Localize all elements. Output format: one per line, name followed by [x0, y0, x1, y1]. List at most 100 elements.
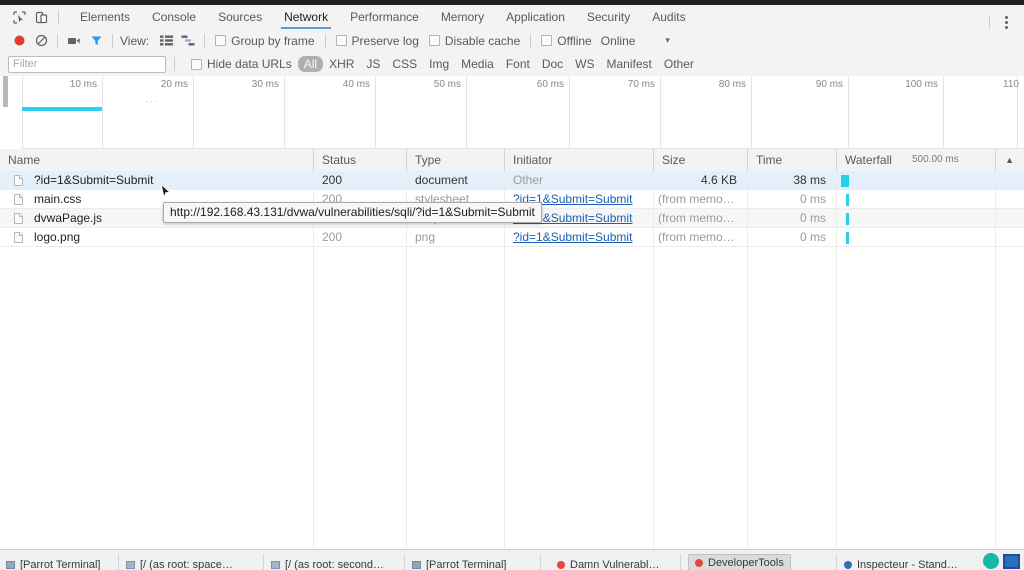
column-header-size[interactable]: Size: [654, 149, 747, 171]
column-header-status[interactable]: Status: [314, 149, 406, 171]
tab-label: Console: [152, 10, 197, 24]
type-filter-js[interactable]: JS: [360, 56, 386, 72]
overview-tick-60ms: 60 ms: [536, 79, 564, 90]
tab-memory[interactable]: Memory: [430, 5, 495, 29]
hide-data-urls-checkbox[interactable]: Hide data URLs: [191, 57, 292, 71]
cell-name: logo.png: [34, 230, 81, 244]
toolbar-divider-1: [57, 33, 58, 48]
disable-cache-checkbox[interactable]: Disable cache: [428, 34, 520, 48]
taskbar-item-label: Damn Vulnerabl…: [570, 559, 660, 570]
tab-console[interactable]: Console: [141, 5, 207, 29]
taskbar-item-terminal-1[interactable]: [Parrot Terminal]: [6, 555, 101, 570]
type-filter-ws[interactable]: WS: [569, 56, 600, 72]
type-filter-media[interactable]: Media: [455, 56, 500, 72]
column-header-type[interactable]: Type: [407, 149, 504, 171]
taskbar-item-label: DeveloperTools: [708, 556, 784, 569]
sort-ascending-icon[interactable]: ▲: [1005, 149, 1014, 171]
record-circle-icon[interactable]: [8, 30, 30, 52]
checkbox-box: [335, 35, 347, 46]
preserve-log-label: Preserve log: [351, 33, 419, 48]
waterfall-bar: [846, 232, 849, 244]
devtools-window: Elements Console Sources Network Perform…: [0, 0, 1024, 570]
image-file-icon: [14, 232, 23, 243]
offline-label: Offline: [557, 33, 592, 48]
device-toolbar-icon[interactable]: [30, 6, 52, 28]
network-overview-timeline[interactable]: 10 ms 20 ms 30 ms 40 ms 50 ms 60 ms 70 m…: [0, 76, 1024, 150]
overview-tick-110ms: 110: [1003, 79, 1019, 90]
tab-label: Sources: [218, 10, 263, 24]
cell-type: png: [415, 230, 436, 244]
cell-size: (from memory …: [658, 211, 747, 225]
tab-label: Application: [506, 10, 565, 24]
cell-status: 200: [322, 173, 343, 187]
column-header-waterfall[interactable]: Waterfall: [837, 149, 917, 171]
type-filter-font[interactable]: Font: [500, 56, 536, 72]
firefox-icon: [557, 561, 565, 569]
cell-size: (from memory …: [658, 230, 747, 244]
taskbar-item-label: Inspecteur - Stand…: [857, 559, 958, 570]
column-header-time[interactable]: Time: [748, 149, 836, 171]
tab-elements[interactable]: Elements: [69, 5, 141, 29]
taskbar-item-files-2[interactable]: [/ (as root: second…: [271, 555, 384, 570]
cell-status: 200: [322, 230, 343, 244]
throttling-value[interactable]: Online: [601, 34, 636, 48]
overview-selection-handle[interactable]: [3, 76, 8, 107]
tray-circle-icon[interactable]: [983, 553, 999, 569]
waterfall-view-icon[interactable]: [177, 30, 199, 52]
tab-network[interactable]: Network: [273, 5, 339, 29]
tab-performance[interactable]: Performance: [339, 5, 430, 29]
resource-type-filters: All XHR JS CSS Img Media Font Doc WS Man…: [297, 56, 700, 72]
toolbar-divider-4: [324, 33, 326, 48]
requests-table-body: ?id=1&Submit=Submit 200 document Other 4…: [0, 171, 1024, 549]
column-header-initiator[interactable]: Initiator: [505, 149, 653, 171]
type-filter-manifest[interactable]: Manifest: [601, 56, 658, 72]
mouse-cursor-icon: [160, 182, 172, 204]
cell-time: 38 ms: [793, 173, 826, 187]
taskbar-item-devtools[interactable]: DeveloperTools: [688, 554, 791, 570]
tab-label: Performance: [350, 10, 419, 24]
list-view-icon[interactable]: [155, 30, 177, 52]
type-filter-other[interactable]: Other: [658, 56, 700, 72]
type-filter-all[interactable]: All: [297, 56, 324, 72]
chevron-down-icon[interactable]: ▾: [665, 35, 670, 46]
preserve-log-checkbox[interactable]: Preserve log: [335, 33, 419, 48]
cell-type: document: [415, 173, 468, 187]
filter-input[interactable]: [8, 55, 166, 73]
tab-audits[interactable]: Audits: [641, 5, 696, 29]
table-row[interactable]: logo.png 200 png ?id=1&Submit=Submit (fr…: [0, 228, 1024, 247]
offline-checkbox[interactable]: Offline: [541, 33, 592, 48]
tab-sources[interactable]: Sources: [207, 5, 273, 29]
waterfall-bar: [846, 213, 849, 225]
type-filter-css[interactable]: CSS: [386, 56, 423, 72]
camera-icon[interactable]: [63, 30, 85, 52]
funnel-filter-icon[interactable]: [85, 30, 107, 52]
group-by-frame-checkbox[interactable]: Group by frame: [215, 34, 315, 48]
folder-icon: [271, 561, 280, 569]
waterfall-scale-label: 500.00 ms: [912, 154, 959, 165]
hide-data-urls-label: Hide data URLs: [207, 57, 292, 71]
type-filter-doc[interactable]: Doc: [536, 56, 569, 72]
tab-security[interactable]: Security: [576, 5, 641, 29]
tab-bar-right-divider: [989, 16, 990, 29]
taskbar-item-label: [Parrot Terminal]: [426, 559, 507, 570]
stylesheet-file-icon: [14, 194, 23, 205]
taskbar-item-dvwa[interactable]: Damn Vulnerabl…: [557, 555, 659, 570]
overview-tick-90ms: 90 ms: [815, 79, 843, 90]
inspect-element-icon[interactable]: [8, 6, 30, 28]
toolbar-divider-5: [530, 33, 532, 48]
type-filter-img[interactable]: Img: [423, 56, 455, 72]
taskbar-item-files-1[interactable]: [/ (as root: space…: [126, 555, 233, 570]
table-row[interactable]: ?id=1&Submit=Submit 200 document Other 4…: [0, 171, 1024, 190]
tab-application[interactable]: Application: [495, 5, 576, 29]
clear-prohibited-icon[interactable]: [30, 30, 52, 52]
overview-tick-70ms: 70 ms: [627, 79, 655, 90]
type-filter-xhr[interactable]: XHR: [323, 56, 360, 72]
cell-initiator[interactable]: ?id=1&Submit=Submit: [505, 228, 653, 247]
taskbar-item-inspecteur[interactable]: Inspecteur - Stand…: [844, 555, 958, 570]
tab-label: Network: [284, 10, 329, 24]
cell-time: 0 ms: [799, 211, 826, 225]
column-header-name[interactable]: Name: [0, 149, 313, 171]
window-icon: [412, 561, 421, 569]
tray-square-icon[interactable]: [1003, 553, 1020, 569]
taskbar-item-terminal-2[interactable]: [Parrot Terminal]: [412, 555, 507, 570]
